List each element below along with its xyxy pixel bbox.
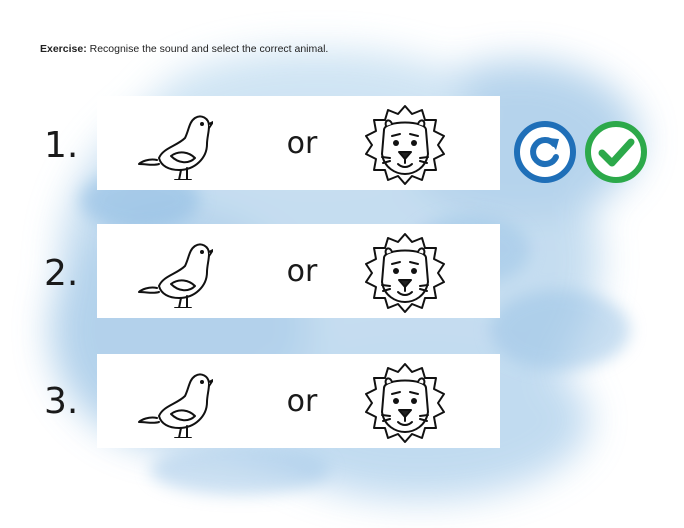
row-1-bird-option[interactable] — [137, 108, 213, 180]
check-icon — [585, 121, 647, 183]
row-2-lion-option[interactable] — [362, 230, 448, 316]
row-2-bird-option[interactable] — [137, 236, 213, 308]
bird-icon — [138, 243, 213, 308]
lion-icon — [365, 105, 445, 185]
replay-icon — [514, 121, 576, 183]
row-1-or-text: or — [286, 126, 318, 161]
replay-button[interactable] — [513, 120, 577, 184]
check-button[interactable] — [584, 120, 648, 184]
lion-icon — [365, 363, 445, 443]
row-3-lion-option[interactable] — [362, 360, 448, 446]
exercise-text: Recognise the sound and select the corre… — [86, 43, 329, 55]
row-1-card: or — [97, 96, 500, 190]
exercise-instruction: Exercise: Recognise the sound and select… — [40, 43, 328, 55]
row-3-number: 3. — [44, 381, 79, 422]
bird-icon — [138, 373, 213, 438]
row-3-bird-option[interactable] — [137, 366, 213, 438]
row-1-lion-option[interactable] — [362, 102, 448, 188]
exercise-label: Exercise: — [40, 43, 87, 55]
row-1-number: 1. — [44, 125, 79, 166]
row-2-or-text: or — [286, 254, 318, 289]
row-3-or-text: or — [286, 384, 318, 419]
bird-icon — [138, 115, 213, 180]
row-2-card: or — [97, 224, 500, 318]
row-3-card: or — [97, 354, 500, 448]
lion-icon — [365, 233, 445, 313]
row-2-number: 2. — [44, 253, 79, 294]
